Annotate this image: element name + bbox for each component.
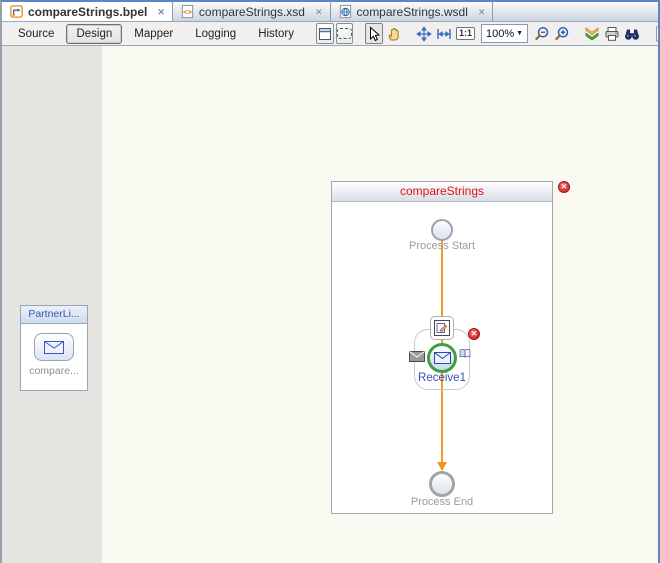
zoom-level-combo[interactable]: 100% ▼	[481, 24, 528, 43]
process-start-node[interactable]	[431, 219, 453, 241]
fit-diagram-button[interactable]	[415, 23, 433, 44]
receive-envelope-icon	[434, 352, 451, 364]
tab-close-icon[interactable]: ✕	[478, 7, 486, 17]
process-title[interactable]: compareStrings	[332, 182, 552, 202]
binoculars-icon	[624, 26, 640, 42]
flow-arrowhead	[437, 462, 447, 471]
tab-comparestrings-xsd[interactable]: <> compareStrings.xsd ✕	[173, 2, 331, 21]
marquee-icon	[337, 28, 352, 39]
editor-toolbar: Source Design Mapper Logging History	[2, 22, 658, 46]
printer-icon	[604, 26, 620, 42]
envelope-icon	[44, 341, 64, 354]
fit-width-button[interactable]	[435, 23, 453, 44]
tab-label: compareStrings.wsdl	[357, 5, 468, 19]
zoom-one-to-one-button[interactable]: 1:1	[455, 23, 476, 44]
export-pdf-button[interactable]	[653, 23, 660, 44]
partnerlink-operation-label: compare...	[29, 365, 79, 377]
print-button[interactable]	[603, 23, 621, 44]
zoom-out-icon	[534, 26, 550, 42]
tab-close-icon[interactable]: ✕	[157, 7, 165, 17]
design-canvas[interactable]: PartnerLi... compare... compareStrings P…	[2, 46, 658, 563]
pointer-tool-button[interactable]	[365, 23, 383, 44]
validate-xml-button[interactable]	[583, 23, 601, 44]
receive-activity-label: Receive1	[332, 372, 552, 384]
editor-tab-bar: compareStrings.bpel ✕ <> compareStrings.…	[2, 2, 658, 22]
hand-icon	[386, 26, 402, 42]
receive-error-badge[interactable]: ✕	[468, 328, 480, 340]
view-button-history[interactable]: History	[248, 24, 304, 44]
cursor-icon	[366, 26, 382, 42]
zoom-in-button[interactable]	[553, 23, 571, 44]
process-end-node[interactable]	[429, 471, 455, 497]
zoom-level-value: 100%	[482, 28, 514, 40]
marquee-select-button[interactable]	[336, 23, 353, 44]
partnerlink-box[interactable]: PartnerLi... compare...	[20, 305, 88, 391]
zoom-in-icon	[554, 26, 570, 42]
receive-partner-envelope-icon	[409, 349, 425, 367]
wsdl-file-icon	[338, 4, 353, 19]
zoom-out-button[interactable]	[533, 23, 551, 44]
receive-activity-node[interactable]	[427, 343, 457, 373]
xsd-file-icon: <>	[180, 4, 195, 19]
view-button-source[interactable]: Source	[8, 24, 64, 44]
process-box[interactable]: compareStrings Process Start	[331, 181, 553, 514]
pan-tool-button[interactable]	[385, 23, 403, 44]
svg-text:<>: <>	[183, 7, 192, 16]
view-button-logging[interactable]: Logging	[185, 24, 246, 44]
panel-icon	[317, 26, 333, 42]
ide-window: compareStrings.bpel ✕ <> compareStrings.…	[0, 0, 660, 563]
fit-width-icon	[436, 26, 452, 42]
toggle-partnerlinks-panel-button[interactable]	[316, 23, 334, 44]
process-end-label: Process End	[332, 496, 552, 508]
process-start-label: Process Start	[332, 240, 552, 252]
process-error-badge[interactable]: ✕	[558, 181, 570, 193]
tab-comparestrings-wsdl[interactable]: compareStrings.wsdl ✕	[331, 2, 494, 21]
mapping-book-icon	[459, 346, 471, 364]
tab-bar-filler	[493, 2, 658, 21]
partnerlink-port-button[interactable]	[34, 333, 74, 361]
search-button[interactable]	[623, 23, 641, 44]
bpel-file-icon	[9, 4, 24, 19]
one-to-one-icon: 1:1	[456, 27, 475, 40]
tab-comparestrings-bpel[interactable]: compareStrings.bpel ✕	[2, 2, 173, 21]
view-button-design[interactable]: Design	[66, 24, 122, 44]
tab-close-icon[interactable]: ✕	[315, 7, 323, 17]
pdf-icon	[654, 26, 660, 42]
receive-edit-button[interactable]	[430, 316, 454, 340]
view-button-mapper[interactable]: Mapper	[124, 24, 183, 44]
partnerlink-body: compare...	[21, 324, 87, 377]
tab-label: compareStrings.bpel	[28, 5, 147, 19]
validate-chevrons-icon	[584, 26, 600, 42]
fit-diagram-icon	[416, 26, 432, 42]
tab-label: compareStrings.xsd	[199, 5, 305, 19]
partnerlink-header: PartnerLi...	[21, 306, 87, 324]
chevron-down-icon[interactable]: ▼	[514, 30, 527, 37]
edit-pencil-icon	[434, 320, 450, 336]
